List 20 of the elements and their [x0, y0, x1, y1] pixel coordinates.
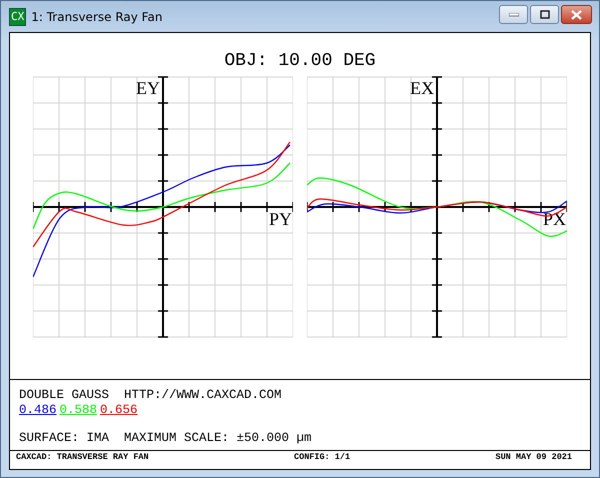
minimize-icon [508, 12, 518, 16]
maximize-icon [540, 10, 550, 19]
minimize-button[interactable] [499, 5, 528, 24]
close-icon [571, 10, 582, 20]
wavelength-label: 0.588 [60, 403, 98, 417]
app-icon: CX [9, 8, 26, 26]
window-title: 1: Transverse Ray Fan [31, 10, 164, 24]
lens-info-text: DOUBLE GAUSS HTTP://WWW.CAXCAD.COM [19, 388, 283, 403]
close-button[interactable] [561, 5, 592, 24]
axis-label: EY [136, 78, 160, 98]
axis-label: EX [410, 78, 434, 98]
config-text: CONFIG: 1/1 [294, 451, 350, 464]
wavelength-label: 0.656 [100, 403, 138, 417]
plot-title: OBJ: 10.00 DEG [224, 51, 376, 73]
scale-info-text: SURFACE: IMA MAXIMUM SCALE: ±50.000 µm [19, 431, 313, 446]
axis-label: PY [268, 209, 292, 229]
wavelength-label: 0.486 [19, 403, 57, 417]
maximize-button[interactable] [530, 5, 559, 24]
date-text: SUN MAY 09 2021 [495, 451, 572, 464]
footer-text: CAXCAD: TRANSVERSE RAY FAN [16, 451, 149, 464]
